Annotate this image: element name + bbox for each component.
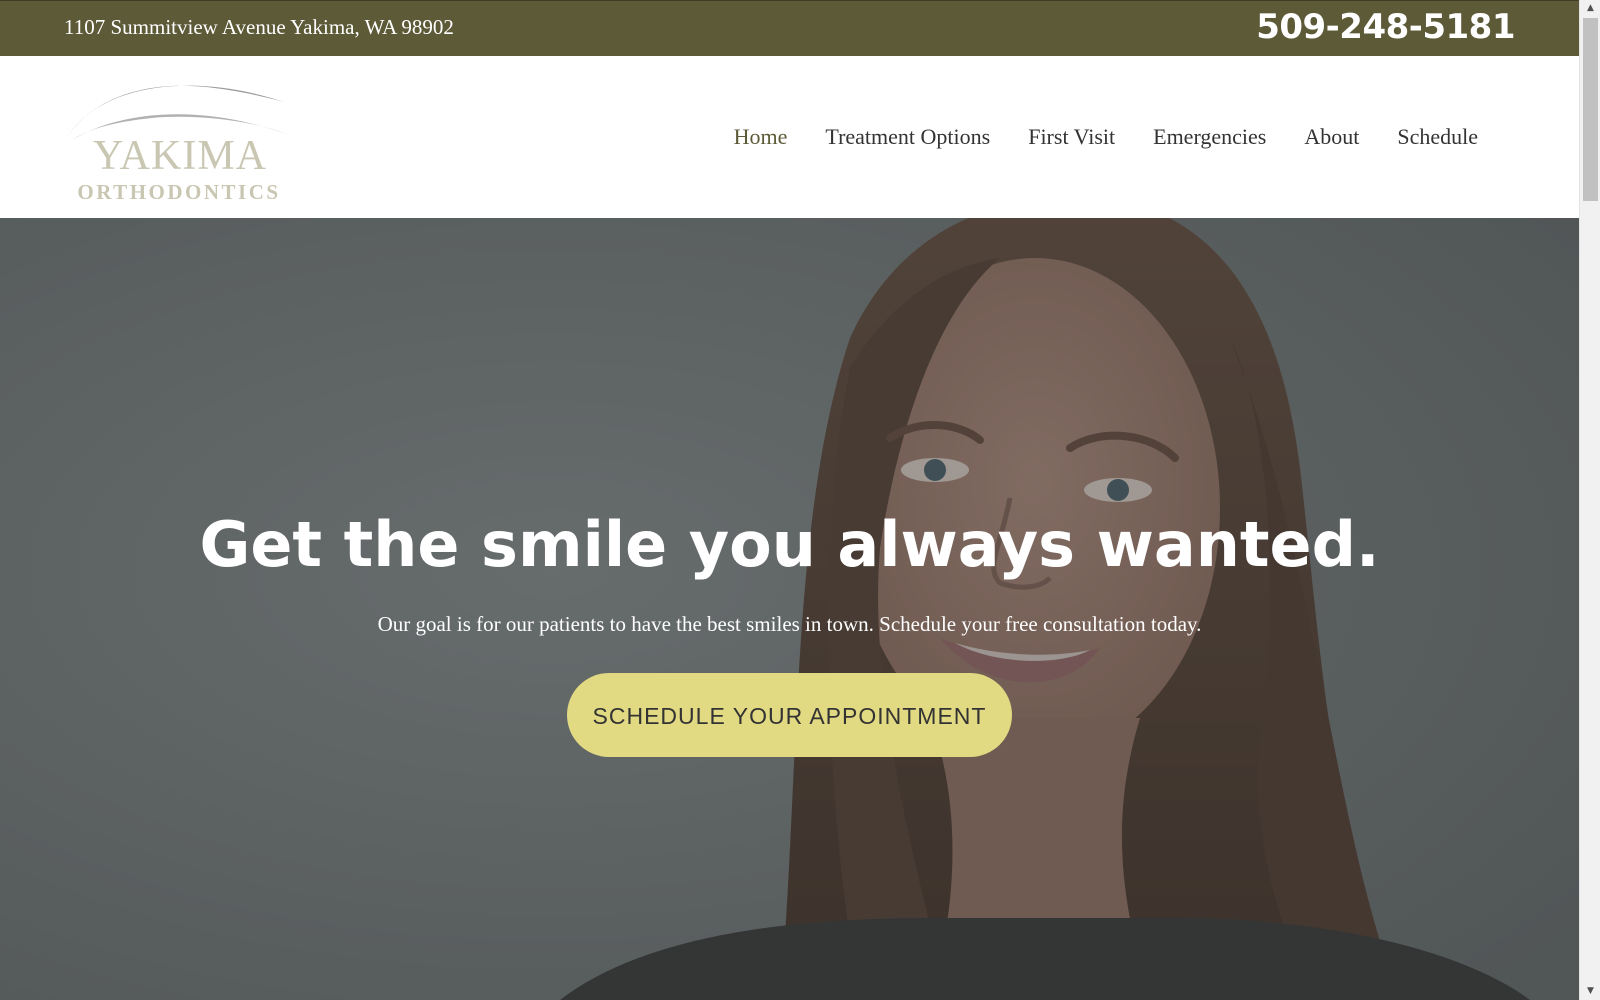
site-header: YAKIMA ORTHODONTICS Home Treatment Optio… [0, 56, 1579, 218]
scroll-up-arrow-icon[interactable]: ▲ [1580, 0, 1600, 17]
nav-item-schedule[interactable]: Schedule [1378, 124, 1497, 150]
hero-subtext: Our goal is for our patients to have the… [377, 612, 1202, 636]
scrollbar-thumb[interactable] [1583, 18, 1598, 201]
page: 1107 Summitview Avenue Yakima, WA 98902 … [0, 0, 1600, 1000]
hero-overlay [0, 218, 1579, 1000]
scroll-down-arrow-icon[interactable]: ▼ [1580, 983, 1600, 1000]
nav-item-treatment-options[interactable]: Treatment Options [806, 124, 1009, 150]
logo-subtitle: ORTHODONTICS [77, 180, 281, 204]
nav-item-about[interactable]: About [1285, 124, 1378, 150]
page-scrollbar[interactable]: ▲ ▼ [1579, 0, 1600, 1000]
hero-section: Get the smile you always wanted. Our goa… [0, 218, 1579, 1000]
nav-item-home[interactable]: Home [715, 124, 807, 150]
main-navigation: Home Treatment Options First Visit Emerg… [715, 124, 1497, 150]
logo-name: YAKIMA [93, 133, 267, 179]
nav-item-first-visit[interactable]: First Visit [1009, 124, 1134, 150]
schedule-appointment-button[interactable]: SCHEDULE YOUR APPOINTMENT [567, 673, 1012, 757]
site-logo[interactable]: YAKIMA ORTHODONTICS [62, 70, 292, 210]
phone-link[interactable]: 509-248-5181 [1256, 7, 1515, 47]
top-contact-bar: 1107 Summitview Avenue Yakima, WA 98902 … [0, 0, 1579, 56]
nav-item-emergencies[interactable]: Emergencies [1134, 124, 1285, 150]
address-text: 1107 Summitview Avenue Yakima, WA 98902 [64, 15, 454, 39]
hero-headline: Get the smile you always wanted. [199, 508, 1380, 581]
